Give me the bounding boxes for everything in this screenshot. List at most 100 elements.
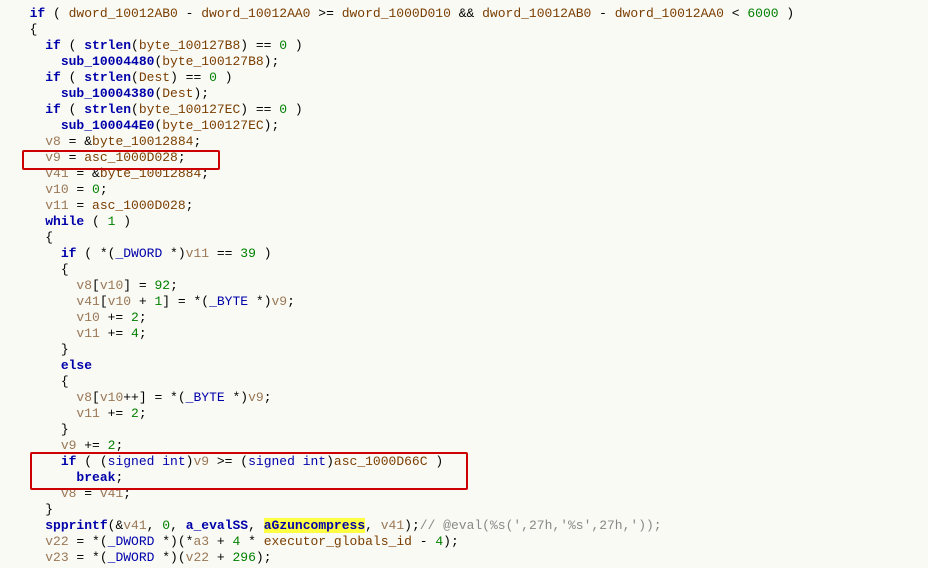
local-var: v8 bbox=[76, 390, 92, 405]
code-line: sub_100044E0(byte_100127EC); bbox=[14, 118, 279, 133]
number-literal: 6000 bbox=[747, 6, 778, 21]
code-line: if ( strlen(byte_100127B8) == 0 ) bbox=[14, 38, 303, 53]
comment: // @eval(%s(',27h,'%s',27h,')); bbox=[420, 518, 662, 533]
local-var: v41 bbox=[123, 518, 146, 533]
code-line: v8[v10++] = *(_BYTE *)v9; bbox=[14, 390, 272, 405]
keyword-break: break bbox=[76, 470, 115, 485]
local-var: v9 bbox=[193, 454, 209, 469]
global-var: asc_1000D028 bbox=[84, 150, 178, 165]
code-line: sub_10004480(byte_100127B8); bbox=[14, 54, 279, 69]
code-line: if ( dword_10012AB0 - dword_10012AA0 >= … bbox=[14, 6, 794, 21]
global-var: dword_1000D010 bbox=[342, 6, 451, 21]
keyword-if: if bbox=[45, 102, 61, 117]
local-var: v23 bbox=[45, 550, 68, 565]
code-line: break; bbox=[14, 470, 123, 485]
code-line: v22 = *(_DWORD *)(*a3 + 4 * executor_glo… bbox=[14, 534, 459, 549]
global-var: byte_10012884 bbox=[100, 166, 201, 181]
local-var: v10 bbox=[100, 278, 123, 293]
code-line: v8[v10] = 92; bbox=[14, 278, 178, 293]
global-var: executor_globals_id bbox=[264, 534, 412, 549]
code-line: { bbox=[14, 374, 69, 389]
code-line: v9 += 2; bbox=[14, 438, 123, 453]
local-var: v9 bbox=[272, 294, 288, 309]
code-line: v8 = v41; bbox=[14, 486, 131, 501]
global-var: asc_1000D66C bbox=[334, 454, 428, 469]
func-strlen: strlen bbox=[84, 38, 131, 53]
func-strlen: strlen bbox=[84, 102, 131, 117]
code-line: } bbox=[14, 502, 53, 517]
code-line: if ( *(_DWORD *)v11 == 39 ) bbox=[14, 246, 272, 261]
func-spprintf: spprintf bbox=[45, 518, 107, 533]
global-var: dword_10012AA0 bbox=[201, 6, 310, 21]
local-var: v41 bbox=[100, 486, 123, 501]
code-line: v11 += 2; bbox=[14, 406, 147, 421]
local-var: v10 bbox=[100, 390, 123, 405]
code-line: v11 = asc_1000D028; bbox=[14, 198, 193, 213]
typecast: signed int bbox=[248, 454, 326, 469]
func-strlen: strlen bbox=[84, 70, 131, 85]
code-line: v23 = *(_DWORD *)(v22 + 296); bbox=[14, 550, 272, 565]
code-line: v11 += 4; bbox=[14, 326, 147, 341]
local-var: v11 bbox=[76, 406, 99, 421]
keyword-while: while bbox=[45, 214, 84, 229]
func-sub: sub_10004380 bbox=[61, 86, 155, 101]
typecast: signed int bbox=[108, 454, 186, 469]
local-var: v9 bbox=[61, 438, 77, 453]
global-var: byte_10012884 bbox=[92, 134, 193, 149]
global-var: Dest bbox=[162, 86, 193, 101]
code-line: sub_10004380(Dest); bbox=[14, 86, 209, 101]
local-var: v10 bbox=[108, 294, 131, 309]
local-var: v41 bbox=[76, 294, 99, 309]
local-var: v8 bbox=[61, 486, 77, 501]
local-var: v41 bbox=[381, 518, 404, 533]
keyword-if: if bbox=[30, 6, 46, 21]
keyword-if: if bbox=[45, 38, 61, 53]
keyword-else: else bbox=[61, 358, 92, 373]
code-line: v8 = &byte_10012884; bbox=[14, 134, 201, 149]
local-var: v9 bbox=[45, 150, 61, 165]
func-a_evalSS: a_evalSS bbox=[186, 518, 248, 533]
code-line: v41 = &byte_10012884; bbox=[14, 166, 209, 181]
local-var: v10 bbox=[76, 310, 99, 325]
code-line: { bbox=[14, 262, 69, 277]
global-var: Dest bbox=[139, 70, 170, 85]
local-var: v41 bbox=[45, 166, 68, 181]
typecast: _DWORD bbox=[108, 550, 155, 565]
global-var: dword_10012AA0 bbox=[615, 6, 724, 21]
code-line: if ( strlen(Dest) == 0 ) bbox=[14, 70, 233, 85]
func-sub: sub_100044E0 bbox=[61, 118, 155, 133]
global-var: byte_100127EC bbox=[162, 118, 263, 133]
keyword-if: if bbox=[45, 70, 61, 85]
local-var: v11 bbox=[76, 326, 99, 341]
global-var: byte_100127EC bbox=[139, 102, 240, 117]
local-var: a3 bbox=[193, 534, 209, 549]
local-var: v22 bbox=[45, 534, 68, 549]
global-var: asc_1000D028 bbox=[92, 198, 186, 213]
global-var: byte_100127B8 bbox=[139, 38, 240, 53]
func-sub: sub_10004480 bbox=[61, 54, 155, 69]
code-line: { bbox=[14, 22, 37, 37]
code-line: } bbox=[14, 342, 69, 357]
code-line: else bbox=[14, 358, 92, 373]
code-line: while ( 1 ) bbox=[14, 214, 131, 229]
local-var: v9 bbox=[248, 390, 264, 405]
code-line: v10 = 0; bbox=[14, 182, 108, 197]
keyword-if: if bbox=[61, 246, 77, 261]
code-line: v9 = asc_1000D028; bbox=[14, 150, 186, 165]
keyword-if: if bbox=[61, 454, 77, 469]
typecast: _DWORD bbox=[108, 534, 155, 549]
global-var: dword_10012AB0 bbox=[482, 6, 591, 21]
code-line: if ( strlen(byte_100127EC) == 0 ) bbox=[14, 102, 303, 117]
local-var: v10 bbox=[45, 182, 68, 197]
code-line: v10 += 2; bbox=[14, 310, 147, 325]
global-var: dword_10012AB0 bbox=[69, 6, 178, 21]
code-line: v41[v10 + 1] = *(_BYTE *)v9; bbox=[14, 294, 295, 309]
local-var: v11 bbox=[186, 246, 209, 261]
typecast: _BYTE bbox=[186, 390, 225, 405]
code-line: { bbox=[14, 230, 53, 245]
global-var: byte_100127B8 bbox=[162, 54, 263, 69]
code-line: } bbox=[14, 422, 69, 437]
typecast: _BYTE bbox=[209, 294, 248, 309]
local-var: v11 bbox=[45, 198, 68, 213]
code-line: if ( (signed int)v9 >= (signed int)asc_1… bbox=[14, 454, 443, 469]
